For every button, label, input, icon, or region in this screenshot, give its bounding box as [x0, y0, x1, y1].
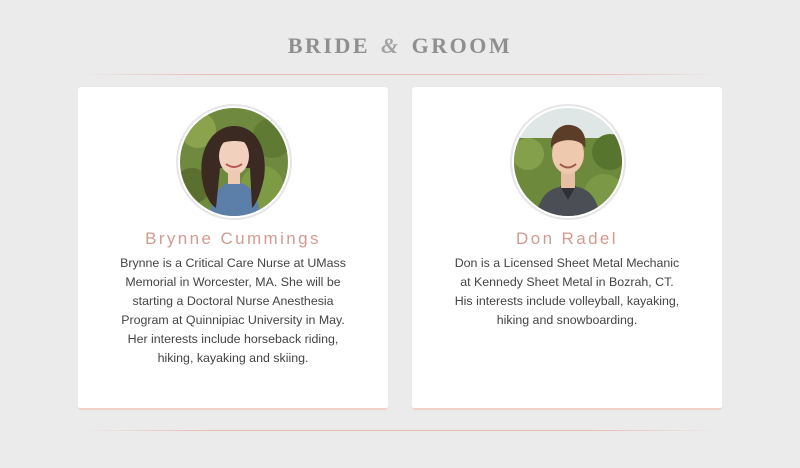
groom-photo — [510, 104, 626, 220]
groom-name: Don Radel — [516, 229, 618, 248]
bottom-divider — [78, 430, 722, 431]
bride-photo — [176, 104, 292, 220]
bride-bio: Brynne is a Critical Care Nurse at UMass… — [120, 256, 346, 365]
groom-photo-image — [514, 108, 622, 216]
bride-name: Brynne Cummings — [145, 229, 321, 248]
bride-card: Brynne Cummings Brynne is a Critical Car… — [78, 87, 388, 410]
title-groom: GROOM — [411, 33, 513, 58]
bride-photo-image — [180, 108, 288, 216]
title-ampersand: & — [381, 33, 401, 58]
section-title: BRIDE & GROOM — [0, 33, 800, 59]
groom-card: Don Radel Don is a Licensed Sheet Metal … — [412, 87, 722, 410]
bride-groom-section: BRIDE & GROOM Brynne Cummings Brynne is … — [0, 0, 800, 468]
groom-bio: Don is a Licensed Sheet Metal Mechanic a… — [454, 256, 680, 327]
top-divider — [78, 74, 722, 75]
title-bride: BRIDE — [287, 33, 371, 58]
